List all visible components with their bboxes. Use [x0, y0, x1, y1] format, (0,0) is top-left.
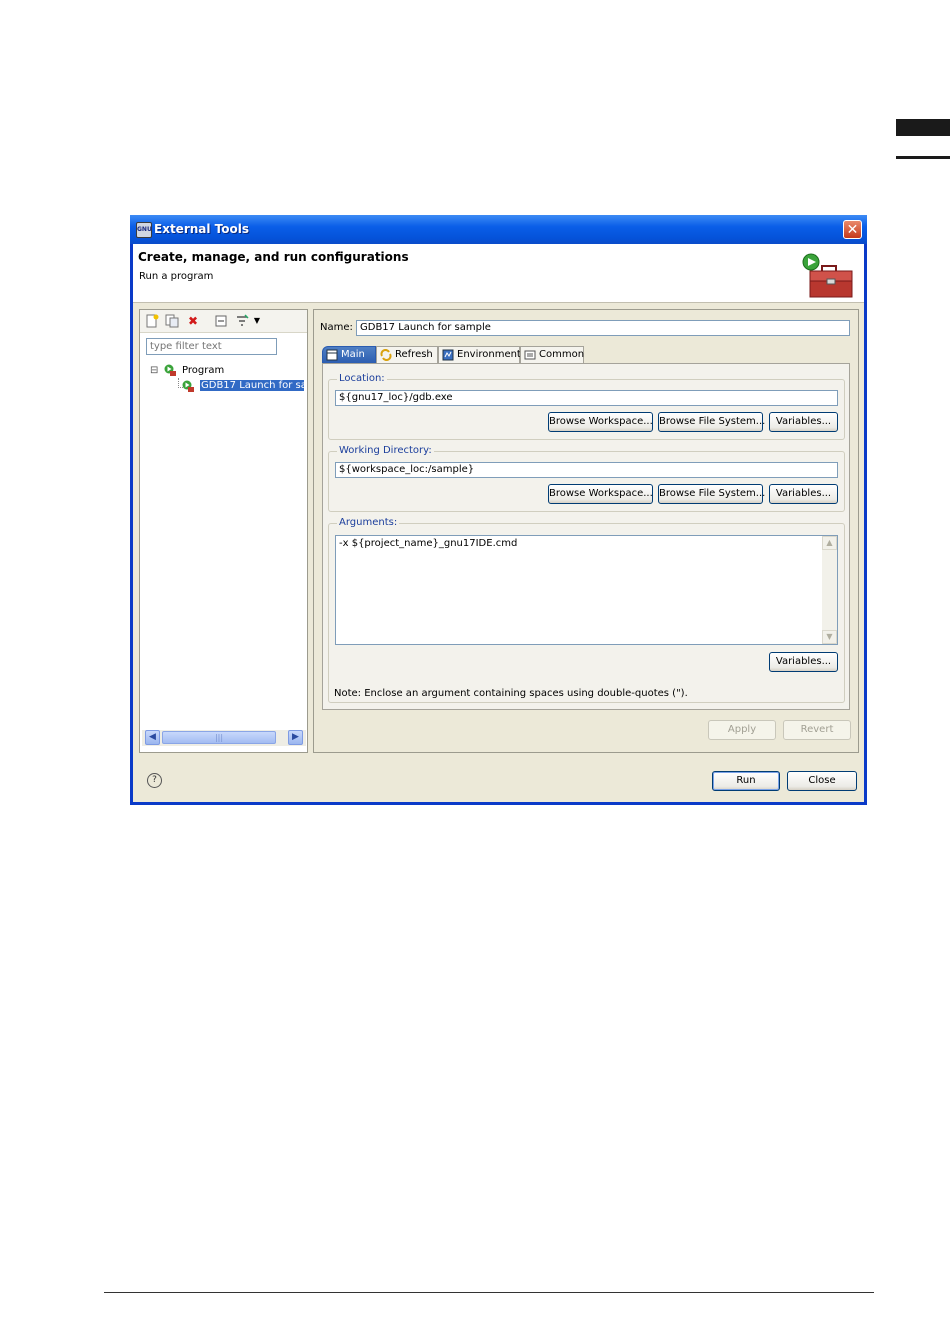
refresh-icon [380, 349, 392, 361]
page-footer-rule [104, 1292, 874, 1293]
main-tab-content: Location: ${gnu17_loc}/gdb.exe Browse Wo… [322, 363, 850, 710]
filter-configurations-icon[interactable] [235, 314, 249, 328]
new-configuration-icon[interactable] [145, 314, 159, 328]
tab-environment[interactable]: Environment [438, 346, 521, 364]
scroll-down-button[interactable]: ▼ [822, 630, 837, 644]
tab-label: Common [539, 349, 585, 360]
working-directory-field[interactable]: ${workspace_loc:/sample} [335, 462, 838, 478]
apply-button[interactable]: Apply [708, 720, 776, 740]
scroll-left-button[interactable]: ◀ [145, 730, 160, 745]
tree-item-label-selected: GDB17 Launch for samp [200, 380, 304, 391]
tab-label: Environment [457, 349, 521, 360]
location-browse-file-system-button[interactable]: Browse File System... [658, 412, 765, 432]
arguments-textarea[interactable]: -x ${project_name}_gnu17IDE.cmd ▲ ▼ [335, 535, 838, 645]
help-icon[interactable]: ? [147, 773, 162, 788]
tab-common[interactable]: Common [520, 346, 584, 364]
delete-configuration-icon[interactable]: ✖ [186, 314, 200, 328]
arguments-variables-button[interactable]: Variables... [769, 652, 838, 672]
duplicate-configuration-icon[interactable] [165, 314, 179, 328]
workdir-browse-file-system-button[interactable]: Browse File System... [658, 484, 765, 504]
main-tab-icon [326, 349, 338, 361]
horizontal-scrollbar[interactable]: ◀ ||| ▶ [142, 730, 306, 746]
revert-button[interactable]: Revert [783, 720, 851, 740]
configurations-panel: ✖ ▼ ⊟ Program [139, 309, 308, 753]
arguments-label: Arguments: [337, 517, 400, 528]
tree-item-label: Program [182, 365, 225, 376]
workdir-browse-workspace-button[interactable]: Browse Workspace... [548, 484, 653, 504]
run-button[interactable]: Run [712, 771, 780, 791]
header-subtitle: Run a program [139, 271, 214, 282]
scroll-right-button[interactable]: ▶ [288, 730, 303, 745]
location-variables-button[interactable]: Variables... [769, 412, 838, 432]
working-directory-label: Working Directory: [337, 445, 434, 456]
arguments-text: -x ${project_name}_gnu17IDE.cmd [339, 538, 518, 549]
close-button[interactable]: Close [787, 771, 857, 791]
dialog-header: Create, manage, and run configurations R… [133, 244, 864, 303]
name-field[interactable]: GDB17 Launch for sample [356, 320, 850, 336]
common-icon [524, 350, 536, 360]
workdir-variables-button[interactable]: Variables... [769, 484, 838, 504]
dialog-client-area: Create, manage, and run configurations R… [133, 244, 864, 802]
tab-label: Refresh [395, 349, 433, 360]
location-group: Location: ${gnu17_loc}/gdb.exe Browse Wo… [328, 373, 845, 440]
chapter-tab-marker [896, 119, 950, 136]
program-run-icon [164, 364, 176, 376]
header-title: Create, manage, and run configurations [138, 250, 409, 264]
tab-refresh[interactable]: Refresh [376, 346, 438, 364]
configurations-toolbar: ✖ ▼ [140, 310, 307, 333]
location-browse-workspace-button[interactable]: Browse Workspace... [548, 412, 653, 432]
scrollbar-thumb[interactable]: ||| [162, 731, 276, 744]
tab-label: Main [341, 349, 365, 360]
location-field[interactable]: ${gnu17_loc}/gdb.exe [335, 390, 838, 406]
app-icon: GNU [136, 222, 152, 238]
external-tools-dialog: GNU External Tools ✕ Create, manage, and… [130, 215, 867, 805]
close-window-button[interactable]: ✕ [843, 220, 862, 239]
collapse-all-icon[interactable] [214, 314, 228, 328]
window-title: External Tools [154, 222, 249, 236]
arguments-note: Note: Enclose an argument containing spa… [334, 688, 688, 699]
configuration-editor: Name: GDB17 Launch for sample Main Refre… [313, 309, 859, 753]
arguments-vertical-scrollbar[interactable]: ▲ ▼ [822, 536, 837, 644]
toolbox-icon [802, 253, 853, 298]
tab-main[interactable]: Main [322, 346, 376, 364]
filter-input[interactable] [146, 338, 277, 355]
view-menu-dropdown-icon[interactable]: ▼ [250, 314, 264, 328]
arguments-group: Arguments: -x ${project_name}_gnu17IDE.c… [328, 517, 845, 703]
environment-icon [442, 349, 454, 361]
location-label: Location: [337, 373, 387, 384]
name-label: Name: [320, 322, 353, 333]
chapter-tab-rule [896, 156, 950, 159]
title-bar[interactable]: GNU External Tools ✕ [130, 215, 867, 244]
scroll-up-button[interactable]: ▲ [822, 536, 837, 550]
tree-expander-icon[interactable]: ⊟ [150, 365, 158, 376]
working-directory-group: Working Directory: ${workspace_loc:/samp… [328, 445, 845, 512]
launch-config-icon [182, 380, 194, 392]
